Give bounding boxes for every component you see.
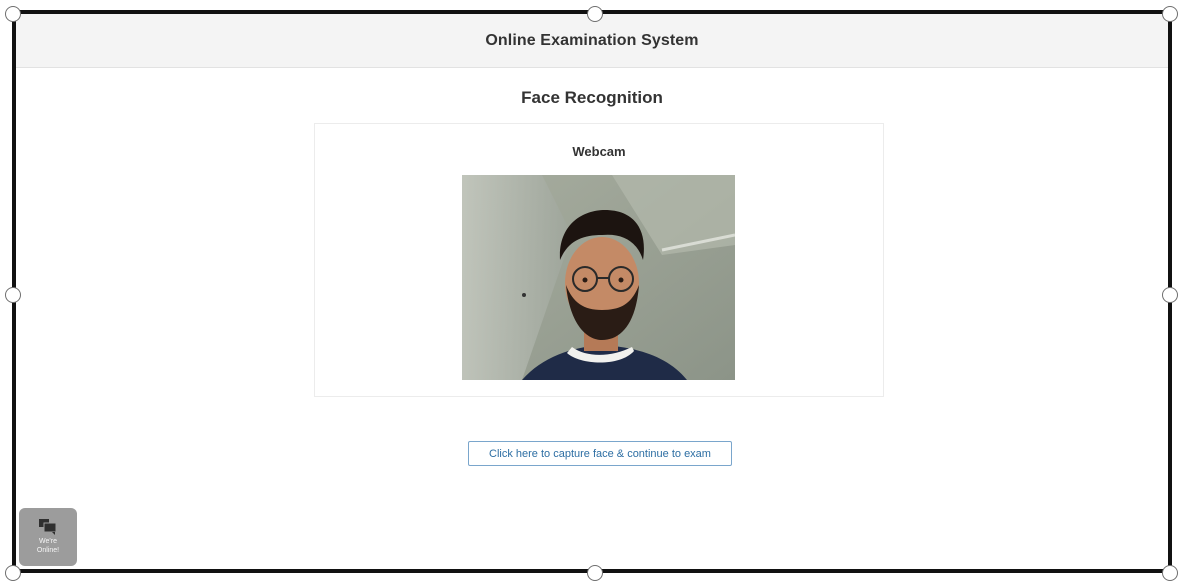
resize-handle-bottom-right[interactable] <box>1162 565 1178 581</box>
resize-handle-bottom-center[interactable] <box>587 565 603 581</box>
app-title: Online Examination System <box>485 31 699 49</box>
resize-handle-top-left[interactable] <box>5 6 21 22</box>
webcam-image <box>462 175 735 380</box>
resize-handle-middle-right[interactable] <box>1162 287 1178 303</box>
app-frame: Online Examination System Face Recogniti… <box>12 10 1172 573</box>
chat-status-line2: Online! <box>36 547 60 554</box>
resize-handle-top-right[interactable] <box>1162 6 1178 22</box>
top-bar: Online Examination System <box>16 14 1168 68</box>
chat-status-line1: We're <box>39 538 57 545</box>
page-title: Face Recognition <box>521 88 663 107</box>
webcam-panel: Webcam <box>314 123 884 397</box>
capture-face-button[interactable]: Click here to capture face & continue to… <box>468 441 732 466</box>
resize-handle-top-center[interactable] <box>587 6 603 22</box>
chat-widget[interactable]: We're Online! <box>19 508 77 566</box>
resize-handle-middle-left[interactable] <box>5 287 21 303</box>
chat-bubbles-icon <box>39 519 57 535</box>
webcam-feed <box>462 175 735 380</box>
resize-handle-bottom-left[interactable] <box>5 565 21 581</box>
webcam-label: Webcam <box>572 144 626 159</box>
